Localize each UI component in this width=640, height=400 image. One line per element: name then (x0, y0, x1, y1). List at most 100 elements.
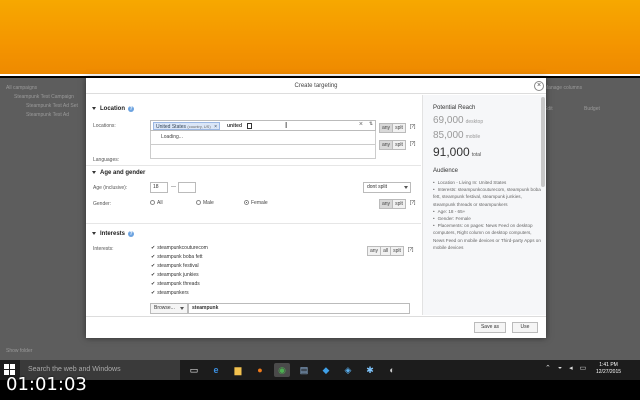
reach-desktop-value: 69,000 (433, 115, 464, 126)
dialog-title: Create targeting (294, 83, 338, 89)
windows-taskbar: Search the web and Windows ▭ e ▆ ● ◉ ▤ ◆… (0, 360, 640, 380)
bg-left-item: All campaigns (6, 85, 38, 91)
firefox-icon[interactable]: ● (252, 363, 268, 377)
browse-label: Browse... (154, 305, 175, 311)
interests-label: Interests: (93, 246, 114, 252)
interest-item[interactable]: steampunk festival (151, 263, 198, 269)
location-heading: Location (100, 106, 125, 112)
divider (86, 165, 421, 166)
app-icon[interactable]: ◈ (340, 363, 356, 377)
audience-title: Audience (433, 168, 459, 174)
bg-right-item: Manage columns (544, 85, 583, 91)
seg-split[interactable]: splt (392, 199, 406, 209)
bg-right-item: Budget (584, 106, 600, 112)
file-explorer-icon[interactable]: ▆ (230, 363, 246, 377)
gender-all-label: All (157, 200, 163, 206)
gender-male-label: Male (203, 200, 214, 206)
interests-section-header[interactable]: Interests? (92, 231, 135, 237)
app-icon[interactable]: ◐ (384, 363, 400, 377)
location-token: United States (country, US) × (153, 122, 220, 130)
audience-item: Location - Living In: United States (433, 179, 541, 186)
notification-icon[interactable]: ▭ (580, 364, 587, 372)
seg-split[interactable]: splt (392, 123, 406, 133)
radio-selected-icon (244, 200, 249, 206)
interest-search-input[interactable]: steampunk (188, 303, 410, 314)
bg-bottom-label: Show folder (6, 348, 33, 354)
token-remove-icon[interactable]: × (214, 124, 217, 130)
seg-any[interactable]: any (379, 123, 394, 133)
age-gender-section-header[interactable]: Age and gender (92, 170, 145, 176)
age-split-select[interactable]: dont split (363, 182, 411, 193)
interest-item[interactable]: steampunk junkies (151, 272, 198, 278)
edge-icon[interactable]: e (208, 363, 224, 377)
audience-item: Age: 18 - 65+ (433, 208, 541, 215)
network-icon[interactable]: ◒ (558, 364, 562, 372)
token-label: United States (156, 124, 187, 130)
seg-help[interactable]: [?] (408, 199, 418, 209)
caret-down-icon (92, 106, 96, 110)
save-as-button[interactable]: Save as (474, 322, 506, 333)
radio-icon (196, 200, 201, 206)
languages-label: Languages: (93, 157, 120, 163)
reach-panel: Potential Reach 69,000 desktop 85,000 mobi… (422, 95, 546, 315)
seg-help[interactable]: [?] (408, 123, 418, 133)
seg-split[interactable]: splt (390, 246, 404, 256)
audience-item: Interests: steampunkcouturecom, steampun… (433, 186, 541, 208)
interest-item[interactable]: steampunk boba fett (151, 254, 202, 260)
locations-input[interactable]: United States (country, US) × united × ⇅ (150, 120, 376, 131)
gender-female-radio[interactable]: Female (244, 200, 268, 206)
interest-item[interactable]: steampunkers (151, 290, 188, 296)
chevron-up-icon[interactable]: ⌃ (545, 364, 551, 372)
scroll-arrows-icon[interactable]: ⇅ (368, 121, 374, 130)
gender-male-radio[interactable]: Male (196, 200, 214, 206)
gender-segment: any splt [?] (379, 199, 418, 209)
dialog-scrollbar[interactable] (541, 97, 545, 187)
languages-input[interactable] (150, 145, 376, 159)
volume-icon[interactable]: ◂ (569, 364, 573, 372)
divider (86, 223, 421, 224)
age-split-value: dont split (367, 184, 388, 190)
task-view-icon[interactable]: ▭ (186, 363, 202, 377)
seg-any[interactable]: any (379, 140, 394, 150)
app-icon[interactable]: ◆ (318, 363, 334, 377)
browse-dropdown[interactable]: Browse... (150, 303, 188, 314)
audience-list: Location - Living In: United States Inte… (433, 179, 541, 251)
bg-left-panel: All campaigns Steampunk Test Campaign St… (6, 84, 84, 120)
system-tray: ⌃ ◒ ◂ ▭ (545, 364, 593, 372)
age-min-input[interactable]: 18 (150, 182, 168, 193)
reach-total-label: total (471, 152, 482, 158)
chrome-icon[interactable]: ◉ (274, 363, 290, 377)
video-timer: 01:01:03 (6, 374, 87, 395)
reach-desktop: 69,000 desktop (433, 115, 483, 126)
location-section-header[interactable]: Location? (92, 106, 134, 112)
help-icon[interactable]: ? (128, 231, 135, 237)
chevron-down-icon (404, 186, 408, 189)
taskbar-clock[interactable]: 1:41 PM 12/27/2015 (596, 362, 621, 376)
location-suggestions-dropdown: Loading... (150, 131, 376, 145)
locations-label: Locations: (93, 123, 116, 129)
use-button[interactable]: Use (512, 322, 538, 333)
locations-segment: any splt [?] (379, 123, 418, 133)
seg-any[interactable]: any (379, 199, 394, 209)
languages-segment: any splt [?] (379, 140, 418, 150)
interest-item[interactable]: steampunk threads (151, 281, 200, 287)
seg-help[interactable]: [?] (406, 246, 416, 256)
notepad-icon[interactable]: ▤ (296, 363, 312, 377)
close-icon[interactable]: × (534, 81, 544, 91)
clock-time: 1:41 PM (599, 362, 618, 368)
seg-split[interactable]: splt (392, 140, 406, 150)
text-cursor-icon: I (285, 121, 288, 130)
bg-left-item: Steampunk Test Ad (26, 112, 69, 118)
age-max-input[interactable] (178, 182, 196, 193)
gender-all-radio[interactable]: All (150, 200, 163, 206)
help-icon[interactable]: ? (128, 106, 134, 112)
clear-icon[interactable]: × (359, 121, 363, 128)
seg-help[interactable]: [?] (408, 140, 418, 150)
interests-segment: any all splt [?] (367, 246, 416, 256)
reach-mobile: 85,000 mobile (433, 130, 480, 141)
locations-typed-text: united (227, 123, 242, 129)
interest-item[interactable]: steampunkcouturecom (151, 245, 208, 251)
app-icon[interactable]: ✱ (362, 363, 378, 377)
seg-any[interactable]: any (367, 246, 382, 256)
age-dash: — (171, 184, 176, 190)
